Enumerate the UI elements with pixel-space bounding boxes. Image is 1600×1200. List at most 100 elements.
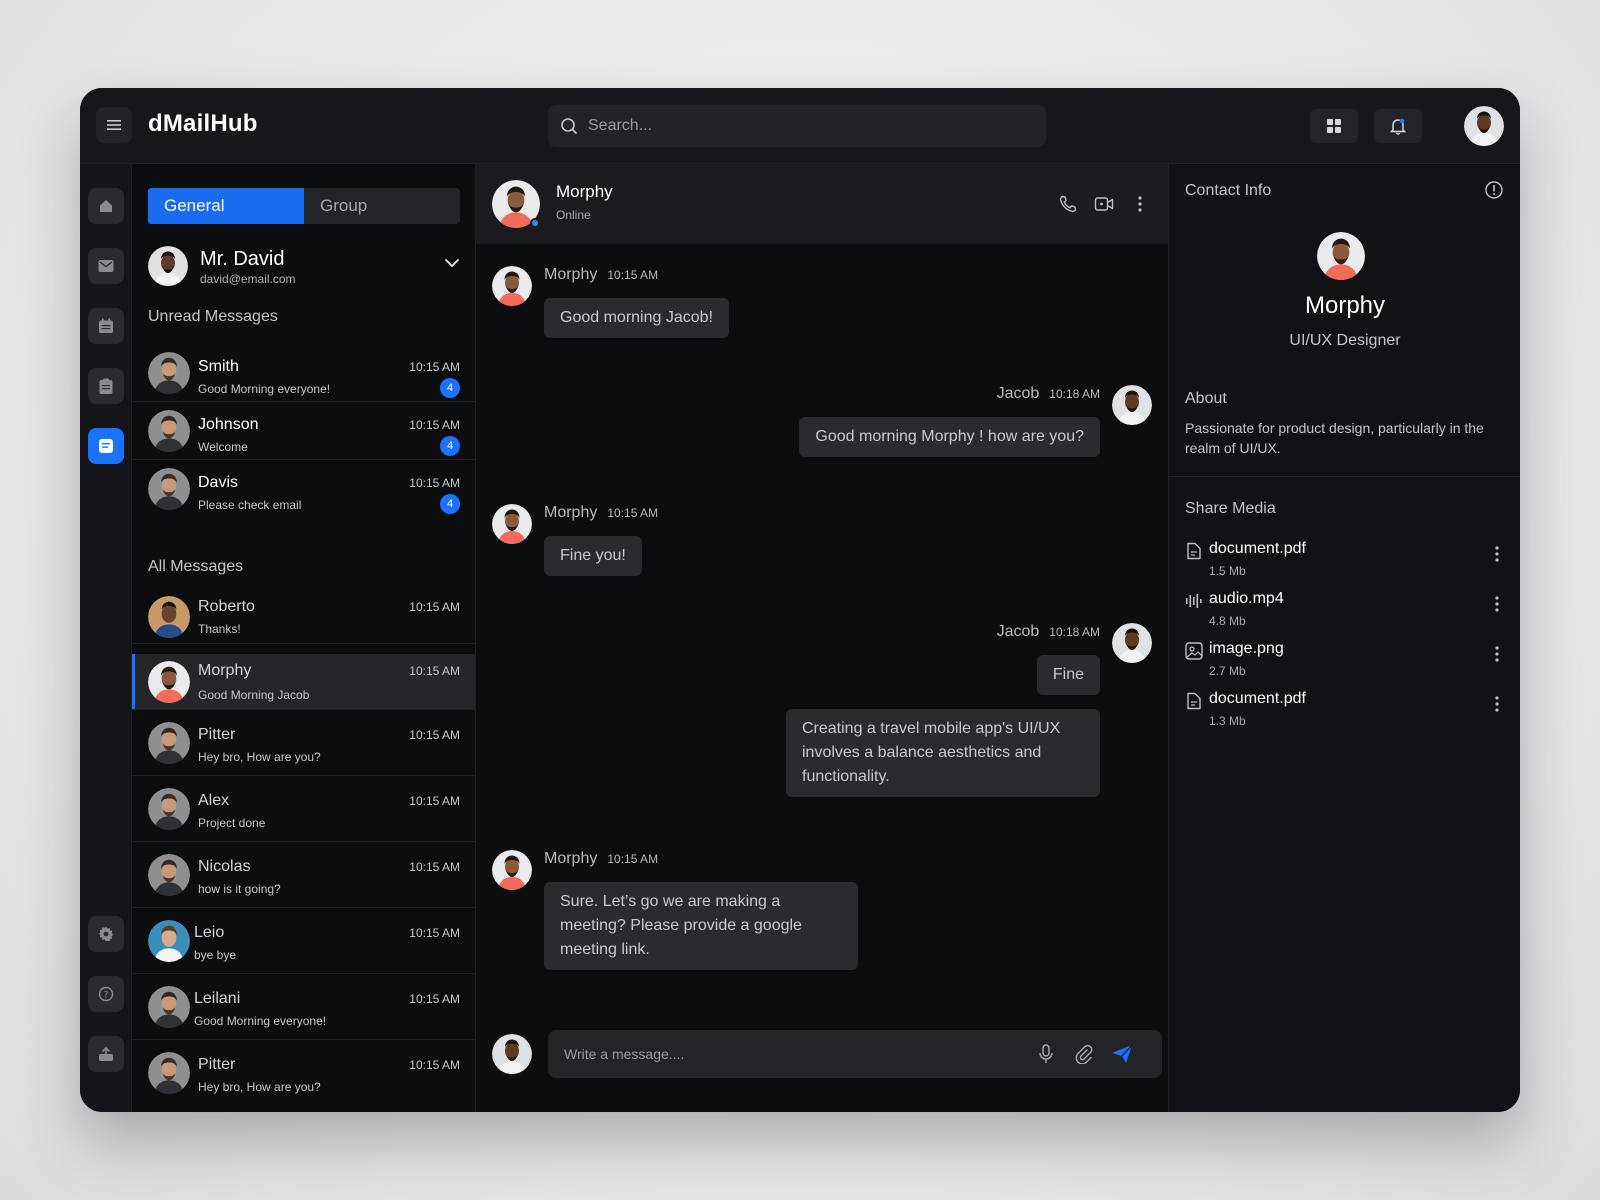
chat-menu-button[interactable] bbox=[1128, 192, 1152, 216]
list-item[interactable]: Pitter Hey bro, How are you? 10:15 AM bbox=[132, 710, 475, 776]
file-size: 2.7 Mb bbox=[1209, 664, 1246, 678]
account-name: Mr. David bbox=[200, 248, 285, 270]
user-avatar[interactable] bbox=[1464, 106, 1504, 146]
message-input[interactable] bbox=[564, 1042, 1004, 1066]
search-bar[interactable] bbox=[548, 105, 1046, 147]
message-preview: Welcome bbox=[198, 440, 248, 454]
send-button[interactable] bbox=[1110, 1042, 1134, 1066]
message-bubble: Creating a travel mobile app's UI/UX inv… bbox=[786, 709, 1100, 797]
apps-button[interactable] bbox=[1310, 109, 1358, 143]
message-time: 10:15 AM bbox=[409, 794, 460, 808]
video-call-button[interactable] bbox=[1092, 192, 1116, 216]
media-item[interactable]: document.pdf 1.5 Mb bbox=[1185, 540, 1505, 584]
nav-logout[interactable] bbox=[88, 1036, 124, 1072]
more-vertical-icon[interactable] bbox=[1495, 596, 1499, 612]
file-name: image.png bbox=[1209, 640, 1284, 657]
calendar-icon bbox=[99, 318, 113, 333]
list-item[interactable]: Alex Project done 10:15 AM bbox=[132, 776, 475, 842]
call-button[interactable] bbox=[1056, 192, 1080, 216]
message-preview: Good Morning everyone! bbox=[194, 1014, 327, 1028]
voice-button[interactable] bbox=[1034, 1042, 1058, 1066]
menu-button[interactable] bbox=[96, 107, 132, 143]
list-item[interactable]: Roberto Thanks! 10:15 AM bbox=[132, 588, 475, 644]
notifications-button[interactable] bbox=[1374, 109, 1422, 143]
more-vertical-icon[interactable] bbox=[1495, 646, 1499, 662]
more-vertical-icon[interactable] bbox=[1495, 546, 1499, 562]
message-time: 10:15 AM bbox=[607, 852, 659, 866]
contact-name: Johnson bbox=[198, 416, 259, 433]
media-item[interactable]: audio.mp4 4.8 Mb bbox=[1185, 590, 1505, 634]
composer-box[interactable] bbox=[548, 1030, 1162, 1078]
list-item[interactable]: Johnson Welcome 10:15 AM 4 bbox=[132, 402, 475, 460]
search-input[interactable] bbox=[588, 117, 1046, 135]
nav-messages[interactable] bbox=[88, 428, 124, 464]
message-time: 10:15 AM bbox=[409, 476, 460, 490]
nav-settings[interactable] bbox=[88, 916, 124, 952]
message-bubble: Good morning Morphy ! how are you? bbox=[799, 417, 1100, 457]
list-item[interactable]: Leio bye bye 10:15 AM bbox=[132, 908, 475, 974]
contact-info-title: Contact Info bbox=[1185, 182, 1272, 199]
paperclip-icon bbox=[1075, 1044, 1093, 1064]
message-preview: Please check email bbox=[198, 498, 302, 512]
message-preview: Hey bro, How are you? bbox=[198, 750, 321, 764]
chat-header: Morphy Online bbox=[476, 164, 1168, 244]
unread-badge: 4 bbox=[440, 378, 460, 398]
message-header: Morphy 10:15 AM bbox=[544, 504, 658, 522]
clipboard-icon bbox=[99, 378, 113, 394]
list-item[interactable]: Pitter Hey bro, How are you? 10:15 AM bbox=[132, 1040, 475, 1106]
divider bbox=[1169, 476, 1520, 477]
contact-name: Roberto bbox=[198, 598, 255, 615]
message-sender: Jacob bbox=[996, 385, 1040, 402]
list-item[interactable]: Nicolas how is it going? 10:15 AM bbox=[132, 842, 475, 908]
file-size: 4.8 Mb bbox=[1209, 614, 1246, 628]
message-time: 10:15 AM bbox=[409, 418, 460, 432]
avatar bbox=[148, 788, 190, 830]
message-bubble: Fine bbox=[1036, 655, 1100, 695]
contact-name: Leilani bbox=[194, 990, 241, 1007]
message-sender: Morphy bbox=[544, 266, 598, 283]
app-title: dMailHub bbox=[148, 110, 258, 137]
media-item[interactable]: document.pdf 1.3 Mb bbox=[1185, 690, 1505, 734]
nav-mail[interactable] bbox=[88, 248, 124, 284]
media-item[interactable]: image.png 2.7 Mb bbox=[1185, 640, 1505, 684]
message-header: Morphy 10:15 AM bbox=[544, 266, 658, 284]
bell-icon bbox=[1390, 118, 1406, 135]
list-item[interactable]: Leilani Good Morning everyone! 10:15 AM bbox=[132, 974, 475, 1040]
message-avatar bbox=[492, 266, 532, 306]
nav-help[interactable]: ? bbox=[88, 976, 124, 1012]
message-preview: Good Morning Jacob bbox=[198, 688, 310, 702]
tab-group[interactable]: Group bbox=[304, 188, 460, 224]
avatar bbox=[148, 468, 190, 510]
file-size: 1.5 Mb bbox=[1209, 564, 1246, 578]
account-switcher[interactable]: Mr. David david@email.com bbox=[148, 246, 460, 290]
contact-avatar-large bbox=[1317, 232, 1365, 280]
message-time: 10:15 AM bbox=[409, 360, 460, 374]
more-vertical-icon[interactable] bbox=[1495, 696, 1499, 712]
list-item-selected[interactable]: Morphy Good Morning Jacob 10:15 AM bbox=[132, 654, 475, 710]
nav-calendar[interactable] bbox=[88, 308, 124, 344]
message-preview: Hey bro, How are you? bbox=[198, 1080, 321, 1094]
avatar bbox=[148, 352, 190, 394]
contact-info-panel: Contact Info Morphy UI/UX Designer About… bbox=[1168, 164, 1520, 1112]
search-icon bbox=[561, 118, 577, 134]
message-avatar bbox=[492, 850, 532, 890]
message-time: 10:18 AM bbox=[1049, 625, 1100, 639]
more-vertical-icon bbox=[1138, 196, 1142, 212]
file-name: document.pdf bbox=[1209, 690, 1306, 707]
nav-tasks[interactable] bbox=[88, 368, 124, 404]
unread-badge: 4 bbox=[440, 436, 460, 456]
tab-bar: General Group bbox=[148, 188, 460, 224]
contact-name: Leio bbox=[194, 924, 225, 941]
contact-name: Pitter bbox=[198, 726, 236, 743]
info-icon[interactable] bbox=[1484, 180, 1504, 200]
avatar bbox=[148, 1052, 190, 1094]
tab-general[interactable]: General bbox=[148, 188, 304, 224]
list-item[interactable]: Smith Good Morning everyone! 10:15 AM 4 bbox=[132, 344, 475, 402]
avatar bbox=[148, 596, 190, 638]
account-avatar bbox=[148, 246, 188, 286]
attach-button[interactable] bbox=[1072, 1042, 1096, 1066]
chevron-down-icon[interactable] bbox=[444, 258, 460, 268]
nav-home[interactable] bbox=[88, 188, 124, 224]
message-header: Jacob 10:18 AM bbox=[997, 623, 1100, 641]
list-item[interactable]: Davis Please check email 10:15 AM 4 bbox=[132, 460, 475, 518]
